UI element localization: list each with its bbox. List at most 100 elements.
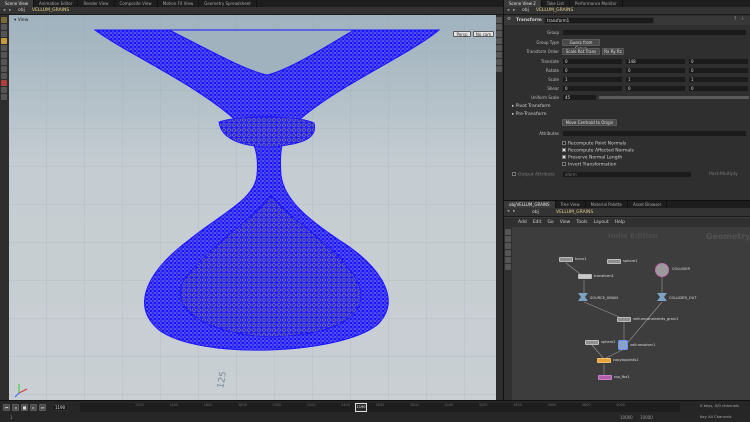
node-name-field[interactable]: transform1 <box>544 17 654 24</box>
forward-icon[interactable]: ▸ <box>513 8 515 13</box>
grid-snap-icon[interactable] <box>1 73 7 79</box>
menu-view[interactable]: View <box>560 220 571 225</box>
range-start[interactable]: 1 <box>10 415 13 420</box>
path-node[interactable]: VELLUM_GRAINS <box>536 8 573 13</box>
network-canvas[interactable]: Indie Edition Geometry torus1 sphere1 tr… <box>512 227 750 401</box>
select-tool-icon[interactable] <box>1 17 7 23</box>
tab-tree-view[interactable]: Tree View <box>556 201 586 208</box>
rotate-y[interactable]: 0 <box>625 67 686 74</box>
uniform-scale-field[interactable]: 45 <box>562 94 597 101</box>
node-transform1[interactable]: transform1 <box>578 274 614 279</box>
help-icon[interactable]: ? <box>734 17 736 22</box>
path-obj[interactable]: obj <box>18 8 25 13</box>
viewport[interactable]: ▾ View Persp No cam 125 <box>9 15 496 400</box>
preserve-normal-toggle[interactable]: Preserve Normal Length <box>562 155 622 161</box>
paint-tool-icon[interactable] <box>1 52 7 58</box>
node-rop-fbx1[interactable]: rop_fbx1 <box>598 375 630 380</box>
ghost-icon[interactable] <box>496 24 502 30</box>
node-vellumconstraints[interactable]: vellumconstraints_grain1 <box>617 317 678 322</box>
back-icon[interactable]: ◂ <box>3 8 5 13</box>
attributes-field[interactable] <box>562 130 747 137</box>
snap-icon[interactable] <box>1 66 7 72</box>
node-vellumsolver1[interactable]: vellumsolver1 <box>618 340 655 350</box>
tab-take-list[interactable]: Take List <box>542 0 570 7</box>
tab-animation-editor[interactable]: Animation Editor <box>34 0 79 7</box>
shear-x[interactable]: 0 <box>562 85 623 92</box>
output-attr-field[interactable]: xform <box>562 171 692 178</box>
path-obj[interactable]: obj <box>532 210 539 215</box>
no-cam-button[interactable]: No cam <box>473 31 494 37</box>
back-icon[interactable]: ◂ <box>507 209 509 214</box>
move-centroid-button[interactable]: Move Centroid to Origin <box>562 119 617 126</box>
flag-icon[interactable] <box>505 236 511 242</box>
rot-order-menu[interactable]: Rx Ry Rz <box>602 48 624 55</box>
translate-z[interactable]: 0 <box>688 58 749 65</box>
menu-help[interactable]: Help <box>615 220 625 225</box>
forward-icon[interactable]: ▸ <box>513 209 515 214</box>
scale-y[interactable]: 1 <box>625 76 686 83</box>
persp-button[interactable]: Persp <box>453 31 471 37</box>
tab-render-view[interactable]: Render View <box>78 0 115 7</box>
last-frame-button[interactable]: ⏭ <box>39 404 46 411</box>
first-frame-button[interactable]: ⏮ <box>3 404 10 411</box>
recompute-normals-toggle[interactable]: Recompute Point Normals <box>562 141 626 147</box>
node-sphere1[interactable]: sphere1 <box>607 259 638 264</box>
view-tool-icon[interactable] <box>1 59 7 65</box>
post-multiply-toggle[interactable]: Post-Multiply <box>709 172 738 177</box>
output-attr-toggle[interactable]: Output Attribute <box>512 172 555 178</box>
tab-motion-fx-view[interactable]: Motion FX View <box>158 0 200 7</box>
rotate-x[interactable]: 0 <box>562 67 623 74</box>
group-field[interactable] <box>562 29 747 36</box>
tab-scene-view-2[interactable]: Scene View 2 <box>504 0 542 7</box>
translate-x[interactable]: 0 <box>562 58 623 65</box>
move-tool-icon[interactable] <box>1 24 7 30</box>
node-copytopoints1[interactable]: copytopoints1 <box>597 358 639 363</box>
shear-y[interactable]: 0 <box>625 85 686 92</box>
camera-icon[interactable] <box>496 52 502 58</box>
node-collider[interactable]: COLLIDER <box>655 263 690 277</box>
group-type-menu[interactable]: Guess from Group <box>562 39 600 51</box>
stop-button[interactable]: ■ <box>21 404 28 411</box>
tab-performance-monitor[interactable]: Performance Monitor <box>570 0 623 7</box>
tab-material-palette[interactable]: Material Palette <box>586 201 628 208</box>
node-torus1[interactable]: torus1 <box>559 257 587 262</box>
menu-go[interactable]: Go <box>547 220 553 225</box>
path-node[interactable]: VELLUM_GRAINS <box>556 210 593 215</box>
back-icon[interactable]: ◂ <box>507 8 509 13</box>
node-sphere2[interactable]: sphere2 <box>585 340 616 345</box>
prev-frame-button[interactable]: ◂ <box>12 404 19 411</box>
path-node[interactable]: VELLUM_GRAINS <box>32 8 69 13</box>
tab-geometry-spreadsheet[interactable]: Geometry Spreadsheet <box>199 0 257 7</box>
key-all-channels[interactable]: Key All Channels <box>700 414 732 419</box>
range-end-global[interactable]: 10000 <box>640 415 653 420</box>
range-end[interactable]: 10000 <box>620 415 633 420</box>
scale-z[interactable]: 1 <box>688 76 749 83</box>
select-icon[interactable] <box>505 229 511 235</box>
pivot-transform-folder[interactable]: ▸ Pivot Transform <box>512 104 551 109</box>
pre-transform-folder[interactable]: ▸ Pre-Transform <box>512 112 546 117</box>
tab-asset-browser[interactable]: Asset Browser <box>628 201 668 208</box>
menu-tools[interactable]: Tools <box>576 220 587 225</box>
node-source-grain[interactable]: SOURCE_GRAIN <box>578 293 618 301</box>
light-icon[interactable] <box>1 87 7 93</box>
template-icon[interactable] <box>505 250 511 256</box>
rotate-z[interactable]: 0 <box>688 67 749 74</box>
point-display-icon[interactable] <box>496 59 502 65</box>
display-options-icon[interactable] <box>496 17 502 23</box>
rotate-tool-icon[interactable] <box>1 31 7 37</box>
tab-composite-view[interactable]: Composite View <box>115 0 158 7</box>
lighting-icon[interactable] <box>496 45 502 51</box>
grid-icon[interactable] <box>505 264 511 270</box>
menu-layout[interactable]: Layout <box>593 220 608 225</box>
tab-network[interactable]: obj/VELLUM_GRAINS <box>504 201 556 208</box>
gear-icon[interactable]: ⚙ <box>507 17 511 22</box>
shading-icon[interactable] <box>496 38 502 44</box>
magnet-icon[interactable] <box>1 80 7 86</box>
xform-order-menu[interactable]: Scale Rot Trans <box>562 48 600 55</box>
timeline-track[interactable]: 1200 1400 1600 1800 2000 2200 2400 2600 … <box>80 403 680 412</box>
info-icon[interactable]: i <box>742 17 743 22</box>
scale-x[interactable]: 1 <box>562 76 623 83</box>
recompute-affected-toggle[interactable]: Recompute Affected Normals <box>562 148 634 154</box>
view-label[interactable]: ▾ View <box>14 18 28 23</box>
display-icon[interactable] <box>505 243 511 249</box>
